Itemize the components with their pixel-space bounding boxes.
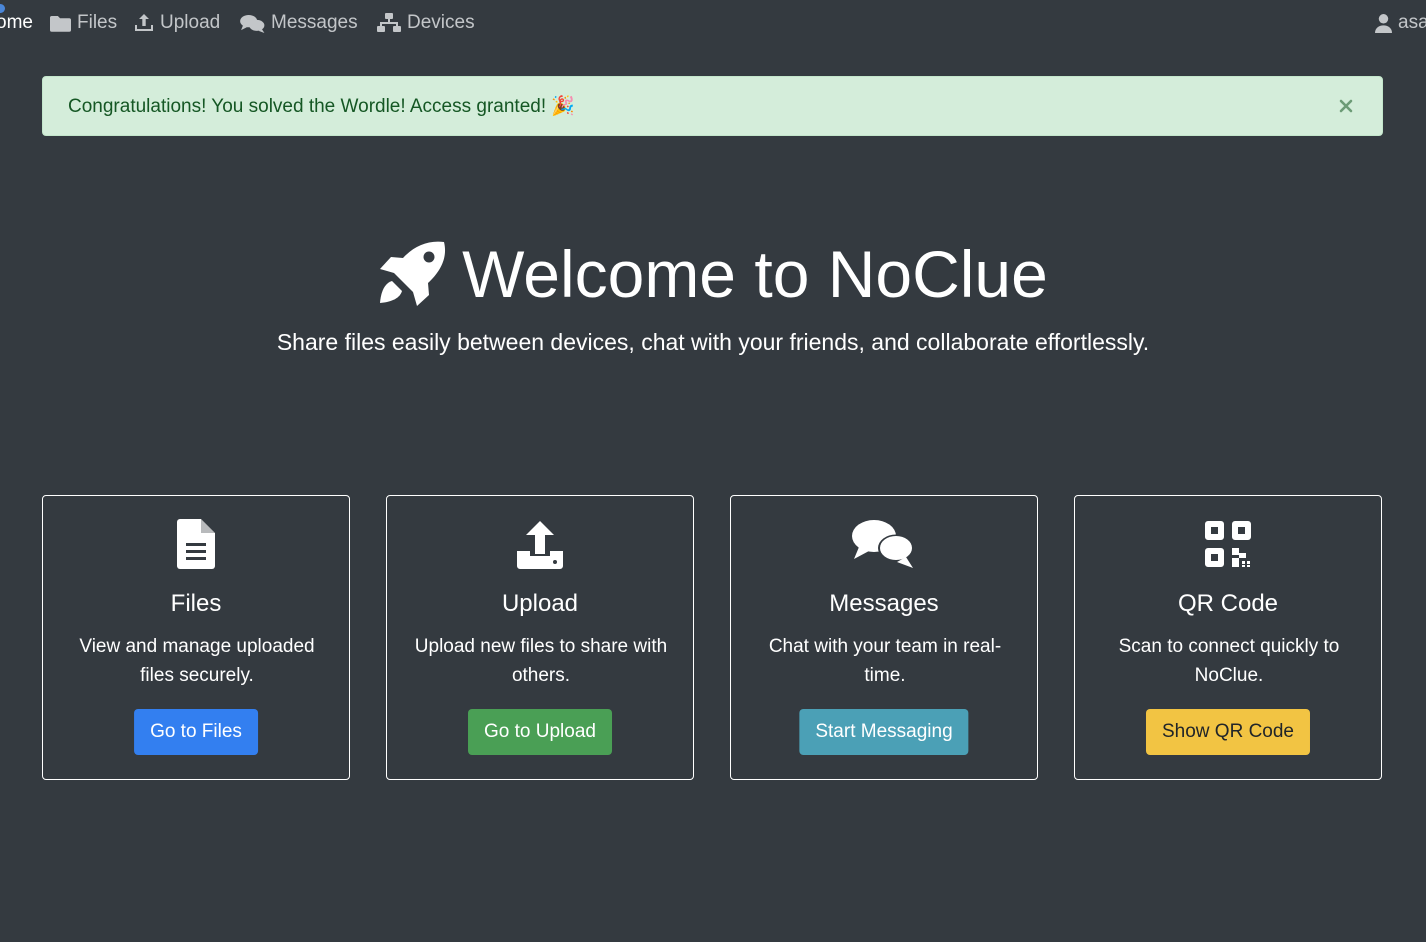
page-title: Welcome to NoClue xyxy=(462,237,1048,311)
card-icon-wrap xyxy=(387,518,693,570)
card-title: Messages xyxy=(829,590,939,617)
card-text: Upload new files to share with others. xyxy=(414,636,668,686)
card-icon-wrap xyxy=(1075,518,1381,570)
folder-icon xyxy=(50,16,71,32)
nav-user[interactable]: asa xyxy=(1375,11,1426,35)
card-text: View and manage uploaded files securely. xyxy=(79,636,315,686)
nav-home[interactable]: ome xyxy=(0,11,33,35)
hero-heading: Welcome to NoClue xyxy=(0,234,1426,314)
upload-icon xyxy=(517,521,563,569)
nav-messages-label: Messages xyxy=(271,12,358,33)
alert-message: Congratulations! You solved the Wordle! … xyxy=(68,96,576,117)
user-icon xyxy=(1375,13,1392,33)
card-icon-wrap xyxy=(43,518,349,570)
card-title: Files xyxy=(170,590,222,617)
show-qr-code-button[interactable]: Show QR Code xyxy=(1145,709,1311,755)
nav-upload[interactable]: Upload xyxy=(134,11,220,35)
page-subtitle: Share files easily between devices, chat… xyxy=(276,329,1150,355)
top-navbar: ome Files Upload Messages Devices asa xyxy=(0,0,1426,46)
nav-messages[interactable]: Messages xyxy=(240,11,358,35)
file-icon xyxy=(177,519,215,569)
comments-icon xyxy=(852,520,914,568)
qr-code-card: QR Code Scan to connect quickly to NoClu… xyxy=(1074,495,1382,780)
nav-files-label: Files xyxy=(77,12,118,33)
nav-devices-label: Devices xyxy=(407,12,475,33)
start-messaging-button[interactable]: Start Messaging xyxy=(799,709,969,755)
upload-icon xyxy=(135,14,153,31)
qrcode-icon xyxy=(1205,521,1251,567)
go-to-upload-button[interactable]: Go to Upload xyxy=(468,709,612,755)
card-text: Chat with your team in real-time. xyxy=(768,636,1002,686)
card-text: Scan to connect quickly to NoClue. xyxy=(1118,636,1340,686)
nav-devices[interactable]: Devices xyxy=(377,11,475,35)
messages-card: Messages Chat with your team in real-tim… xyxy=(730,495,1038,780)
card-title: Upload xyxy=(501,590,579,617)
files-card: Files View and manage uploaded files sec… xyxy=(42,495,350,780)
nav-upload-label: Upload xyxy=(160,12,221,33)
card-icon-wrap xyxy=(731,518,1037,570)
nav-home-label: ome xyxy=(0,12,33,33)
rocket-icon xyxy=(380,241,446,306)
card-title: QR Code xyxy=(1177,590,1279,617)
upload-card: Upload Upload new files to share with ot… xyxy=(386,495,694,780)
close-icon[interactable] xyxy=(1334,94,1358,118)
nav-user-label: asa xyxy=(1398,12,1426,33)
go-to-files-button[interactable]: Go to Files xyxy=(134,709,258,755)
network-icon xyxy=(377,13,401,32)
nav-files[interactable]: Files xyxy=(50,11,117,35)
comments-icon xyxy=(240,14,265,33)
success-alert: Congratulations! You solved the Wordle! … xyxy=(42,76,1383,136)
